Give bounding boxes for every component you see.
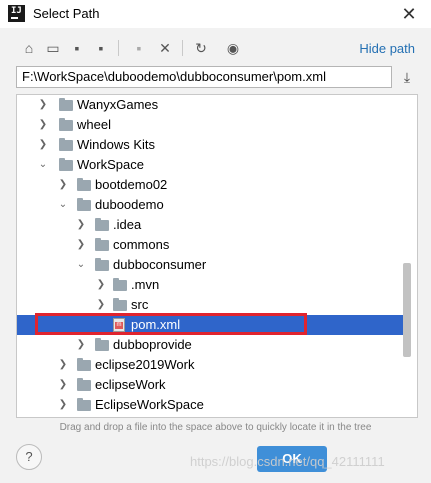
tree-row-label: bootdemo02: [95, 177, 168, 192]
chevron-right-icon[interactable]: ❯: [57, 175, 69, 195]
tree-row-label: wheel: [77, 117, 111, 132]
chevron-right-icon[interactable]: ❯: [75, 215, 87, 235]
folder-icon: [77, 198, 91, 211]
folder-icon: [59, 138, 73, 151]
chevron-right-icon[interactable]: ❯: [57, 395, 69, 415]
tree-row-label: WorkSpace: [77, 157, 144, 172]
toolbar-separator: [182, 40, 183, 56]
tree-row-label: dubboconsumer: [113, 257, 207, 272]
folder-icon: [95, 258, 109, 271]
tree-row[interactable]: ❯ dubboprovide: [17, 335, 405, 355]
tree-row[interactable]: ❯ src: [17, 295, 405, 315]
tree-row[interactable]: ❯ .idea: [17, 215, 405, 235]
tree-row-label: .mvn: [131, 277, 160, 292]
tree-row[interactable]: ❯ Windows Kits: [17, 135, 405, 155]
chevron-right-icon[interactable]: ❯: [57, 355, 69, 375]
chevron-right-icon[interactable]: ❯: [37, 95, 49, 115]
tree-row[interactable]: ⌄ dubboconsumer: [17, 255, 405, 275]
tree-row[interactable]: ⌄ WorkSpace: [17, 155, 405, 175]
tree-row[interactable]: ❯ wheel: [17, 115, 405, 135]
chevron-right-icon[interactable]: ❯: [37, 115, 49, 135]
tree-row[interactable]: ❯ .mvn: [17, 275, 405, 295]
help-button[interactable]: ?: [16, 444, 42, 470]
tree-row-label: WanyxGames: [77, 97, 159, 112]
window-title: Select Path: [33, 6, 100, 21]
desktop-icon[interactable]: ▭: [42, 34, 64, 62]
chevron-right-icon[interactable]: ❯: [95, 275, 107, 295]
toolbar-separator: [118, 40, 119, 56]
chevron-right-icon[interactable]: ❯: [57, 375, 69, 395]
project-icon[interactable]: ▪: [66, 34, 88, 62]
chevron-right-icon[interactable]: ❯: [75, 335, 87, 355]
tree-row-label: eclipse2019Work: [95, 357, 195, 372]
folder-icon: [77, 358, 91, 371]
toolbar: ⌂ ▭ ▪ ▪ ▪ ✕ ↻ ◉ Hide path: [0, 34, 431, 62]
folder-icon: [113, 278, 127, 291]
tree-row-label: Windows Kits: [77, 137, 156, 152]
folder-icon: [59, 158, 73, 171]
chevron-right-icon[interactable]: ❯: [37, 135, 49, 155]
folder-icon: [77, 178, 91, 191]
folder-icon: [59, 118, 73, 131]
red-highlight-annotation: [35, 313, 307, 335]
path-input[interactable]: F:\WorkSpace\duboodemo\dubboconsumer\pom…: [16, 66, 392, 88]
tree-row-label: .idea: [113, 217, 142, 232]
title-bar: IJ Select Path ✕: [0, 0, 431, 28]
folder-icon: [95, 338, 109, 351]
folder-icon: [95, 238, 109, 251]
tree-row-label: commons: [113, 237, 170, 252]
tree-row[interactable]: ❯ EclipseWorkSpace: [17, 395, 405, 415]
module-icon[interactable]: ▪: [90, 34, 112, 62]
folder-icon: [59, 98, 73, 111]
folder-icon: [77, 378, 91, 391]
tree-row-label: EclipseWorkSpace: [95, 397, 204, 412]
tree-row-label: duboodemo: [95, 197, 164, 212]
tree-row[interactable]: ❯ eclipse2019Work: [17, 355, 405, 375]
folder-icon: [113, 298, 127, 311]
chevron-down-icon[interactable]: ⌄: [37, 155, 49, 175]
vertical-scrollbar[interactable]: [403, 263, 411, 357]
show-hidden-icon[interactable]: ◉: [222, 34, 244, 62]
tree-row-label: eclipseWork: [95, 377, 166, 392]
hide-path-link[interactable]: Hide path: [359, 41, 415, 56]
file-tree[interactable]: ❯ WanyxGames ❯ wheel ❯ Windows Kits ⌄ Wo…: [16, 94, 418, 418]
delete-icon[interactable]: ✕: [154, 34, 176, 62]
intellij-logo-icon: IJ: [8, 5, 25, 22]
watermark-text: https://blog.csdn.net/qq_42111111: [190, 454, 385, 469]
chevron-down-icon[interactable]: ⌄: [75, 255, 87, 275]
chevron-right-icon[interactable]: ❯: [75, 235, 87, 255]
tree-row[interactable]: ❯ commons: [17, 235, 405, 255]
chevron-down-icon[interactable]: ⌄: [57, 195, 69, 215]
tree-row[interactable]: ❯ WanyxGames: [17, 95, 405, 115]
folder-icon: [95, 218, 109, 231]
download-icon[interactable]: ⤓: [398, 66, 416, 88]
chevron-right-icon[interactable]: ❯: [95, 295, 107, 315]
home-icon[interactable]: ⌂: [18, 34, 40, 62]
drag-drop-hint: Drag and drop a file into the space abov…: [59, 422, 372, 433]
tree-row[interactable]: ❯ bootdemo02: [17, 175, 405, 195]
refresh-icon[interactable]: ↻: [190, 34, 212, 62]
tree-row-label: src: [131, 297, 149, 312]
tree-row[interactable]: ❯ eclipseWork: [17, 375, 405, 395]
folder-icon: [77, 398, 91, 411]
tree-row-label: dubboprovide: [113, 337, 192, 352]
close-button[interactable]: ✕: [387, 0, 431, 28]
new-folder-icon[interactable]: ▪: [128, 34, 150, 62]
tree-row[interactable]: ⌄ duboodemo: [17, 195, 405, 215]
